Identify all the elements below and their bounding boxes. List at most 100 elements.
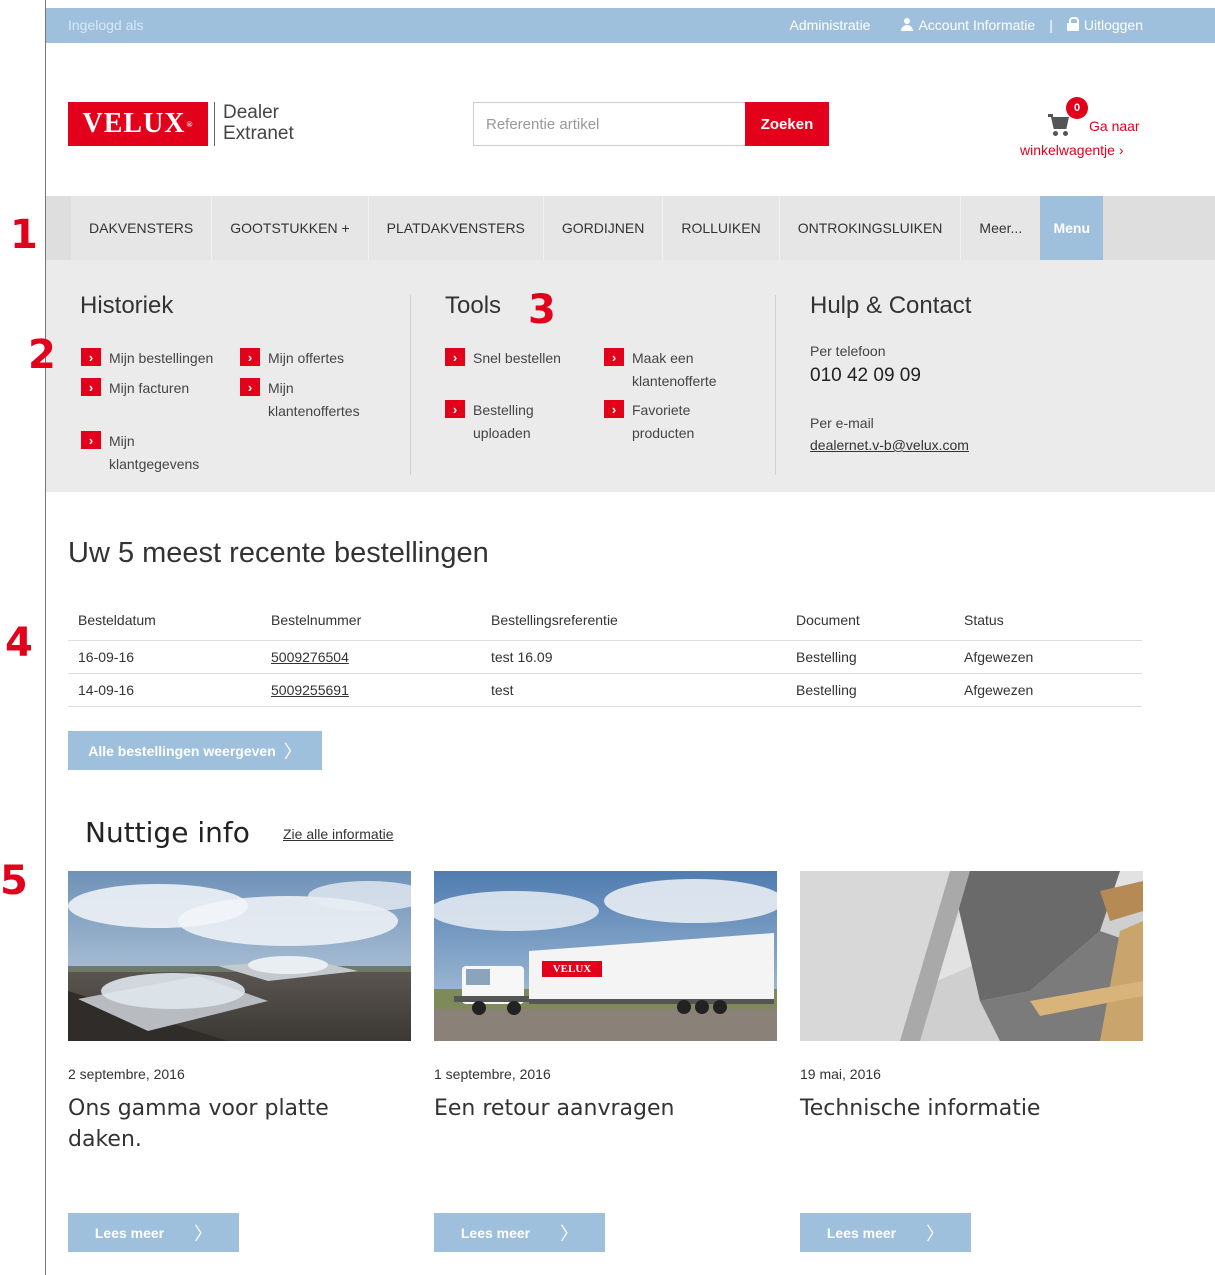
link-label: Favoriete producten — [632, 402, 695, 441]
cart-link-line1[interactable]: Ga naar — [1089, 118, 1140, 134]
link-bestelling-uploaden[interactable]: › Bestelling uploaden — [445, 399, 585, 445]
dealer-extranet-page: Ingelogd als Administratie Account Infor… — [0, 0, 1215, 1275]
logo-registered-mark: ® — [186, 119, 194, 129]
contact-title: Hulp & Contact — [810, 292, 972, 319]
table-row: 14-09-16 5009255691 test Bestelling Afge… — [68, 673, 1142, 707]
card-image-flat-roof[interactable] — [68, 871, 411, 1041]
historiek-title: Historiek — [80, 292, 174, 319]
link-label: Mijn offertes — [268, 350, 344, 366]
card-image-truck[interactable]: VELUX — [434, 871, 777, 1041]
nav-item-rolluiken[interactable]: ROLLUIKEN — [662, 196, 779, 260]
top-bar-links: Administratie Account Informatie | Uitlo… — [790, 17, 1143, 33]
chevron-right-icon: › — [81, 378, 101, 396]
order-reference: test — [481, 673, 786, 707]
account-link-label: Account Informatie — [918, 17, 1036, 33]
read-more-button[interactable]: Lees meer 〉 — [434, 1213, 605, 1252]
logout-link-label: Uitloggen — [1083, 17, 1143, 33]
link-mijn-bestellingen[interactable]: › Mijn bestellingen — [81, 347, 213, 370]
chevron-right-icon: › — [81, 348, 101, 366]
user-icon — [900, 18, 914, 31]
search-input[interactable] — [473, 102, 745, 146]
read-more-button[interactable]: Lees meer 〉 — [68, 1213, 239, 1252]
order-date: 14-09-16 — [68, 673, 261, 707]
nav-item-platdakvensters[interactable]: PLATDAKVENSTERS — [367, 196, 543, 260]
menu-divider — [410, 295, 411, 475]
phone-label: Per telefoon — [810, 343, 886, 359]
tools-title: Tools — [445, 292, 502, 319]
order-number-link[interactable]: 5009255691 — [271, 682, 349, 698]
card-title[interactable]: Een retour aanvragen — [434, 1093, 764, 1124]
link-favoriete-producten[interactable]: › Favoriete producten — [604, 399, 744, 445]
nav-item-meer[interactable]: Meer... — [960, 196, 1041, 260]
logo-subtitle-line1: Dealer — [223, 102, 279, 123]
table-row: 16-09-16 5009276504 test 16.09 Bestellin… — [68, 640, 1142, 674]
nav-item-gordijnen[interactable]: GORDIJNEN — [542, 196, 663, 260]
annotation-1: 1 — [10, 212, 38, 258]
logout-link[interactable]: Uitloggen — [1066, 17, 1143, 33]
link-mijn-offertes[interactable]: › Mijn offertes — [240, 347, 344, 370]
link-label: Mijn klantgegevens — [109, 433, 200, 472]
card-title[interactable]: Ons gamma voor platte daken. — [68, 1093, 398, 1155]
top-bar-separator: | — [1049, 17, 1053, 33]
card-title[interactable]: Technische informatie — [800, 1093, 1130, 1124]
column-header: Besteldatum — [68, 600, 261, 641]
card-date: 2 septembre, 2016 — [68, 1066, 185, 1082]
logged-in-label: Ingelogd als — [68, 17, 144, 33]
order-date: 16-09-16 — [68, 640, 261, 674]
card-image-technical[interactable] — [800, 871, 1143, 1041]
admin-link[interactable]: Administratie — [790, 17, 871, 33]
recent-orders-title: Uw 5 meest recente bestellingen — [68, 537, 489, 569]
link-label: Mijn klantenoffertes — [268, 380, 360, 419]
search-button[interactable]: Zoeken — [745, 102, 829, 146]
recent-orders-table: Besteldatum Bestelnummer Bestellingsrefe… — [68, 600, 1142, 707]
chevron-right-icon: › — [604, 348, 624, 366]
nav-menu-button[interactable]: Menu — [1040, 196, 1104, 276]
cart-link-line2[interactable]: winkelwagentje › — [1020, 142, 1124, 158]
logo-subtitle: Dealer Extranet — [214, 102, 294, 146]
column-header: Document — [786, 600, 954, 641]
link-mijn-klantgegevens[interactable]: › Mijn klantgegevens — [81, 430, 231, 476]
order-document: Bestelling — [786, 640, 954, 674]
velux-logo[interactable]: VELUX ® — [68, 102, 208, 146]
link-maak-klantenofferte[interactable]: › Maak een klantenofferte — [604, 347, 754, 393]
nav-item-gootstukken[interactable]: GOOTSTUKKEN + — [211, 196, 368, 260]
email-link[interactable]: dealernet.v-b@velux.com — [810, 437, 969, 453]
all-orders-button[interactable]: Alle bestellingen weergeven 〉 — [68, 731, 322, 770]
nav-item-ontrokingsluiken[interactable]: ONTROKINGSLUIKEN — [778, 196, 961, 260]
see-all-info-link[interactable]: Zie alle informatie — [283, 826, 394, 842]
link-mijn-klantenoffertes[interactable]: › Mijn klantenoffertes — [240, 377, 390, 423]
chevron-right-icon: › — [240, 378, 260, 396]
order-reference: test 16.09 — [481, 640, 786, 674]
link-label: Mijn bestellingen — [109, 350, 214, 366]
read-more-button[interactable]: Lees meer 〉 — [800, 1213, 971, 1252]
order-document: Bestelling — [786, 673, 954, 707]
page-left-border — [45, 0, 46, 1275]
link-label: Maak een klantenofferte — [632, 350, 717, 389]
card-date: 19 mai, 2016 — [800, 1066, 881, 1082]
chevron-right-icon: › — [81, 431, 101, 449]
read-more-label: Lees meer — [94, 1224, 165, 1241]
column-header: Bestellingsreferentie — [481, 600, 786, 641]
annotation-4: 4 — [5, 620, 33, 666]
link-label: Bestelling uploaden — [473, 402, 534, 441]
link-label: Mijn facturen — [109, 380, 190, 396]
truck-velux-logo: VELUX — [552, 963, 592, 975]
logo-subtitle-line2: Extranet — [223, 123, 294, 144]
email-label: Per e-mail — [810, 415, 874, 431]
table-header-row: Besteldatum Bestelnummer Bestellingsrefe… — [68, 600, 1142, 641]
chevron-right-icon: › — [240, 348, 260, 366]
mega-menu: Historiek › Mijn bestellingen › Mijn offer… — [46, 260, 1215, 492]
lock-icon — [1066, 17, 1079, 31]
order-number-link[interactable]: 5009276504 — [271, 649, 349, 665]
chevron-right-icon: 〉 — [926, 1223, 945, 1244]
cart-icon[interactable] — [1048, 114, 1072, 136]
chevron-right-icon: › — [604, 400, 624, 418]
chevron-right-icon: › — [445, 348, 465, 366]
read-more-label: Lees meer — [460, 1224, 531, 1241]
annotation-3: 3 — [528, 287, 556, 333]
nav-items: DAKVENSTERS GOOTSTUKKEN + PLATDAKVENSTER… — [71, 196, 1104, 276]
account-link[interactable]: Account Informatie — [900, 17, 1035, 33]
link-snel-bestellen[interactable]: › Snel bestellen — [445, 347, 561, 370]
link-mijn-facturen[interactable]: › Mijn facturen — [81, 377, 189, 400]
nav-item-dakvensters[interactable]: DAKVENSTERS — [71, 196, 212, 260]
